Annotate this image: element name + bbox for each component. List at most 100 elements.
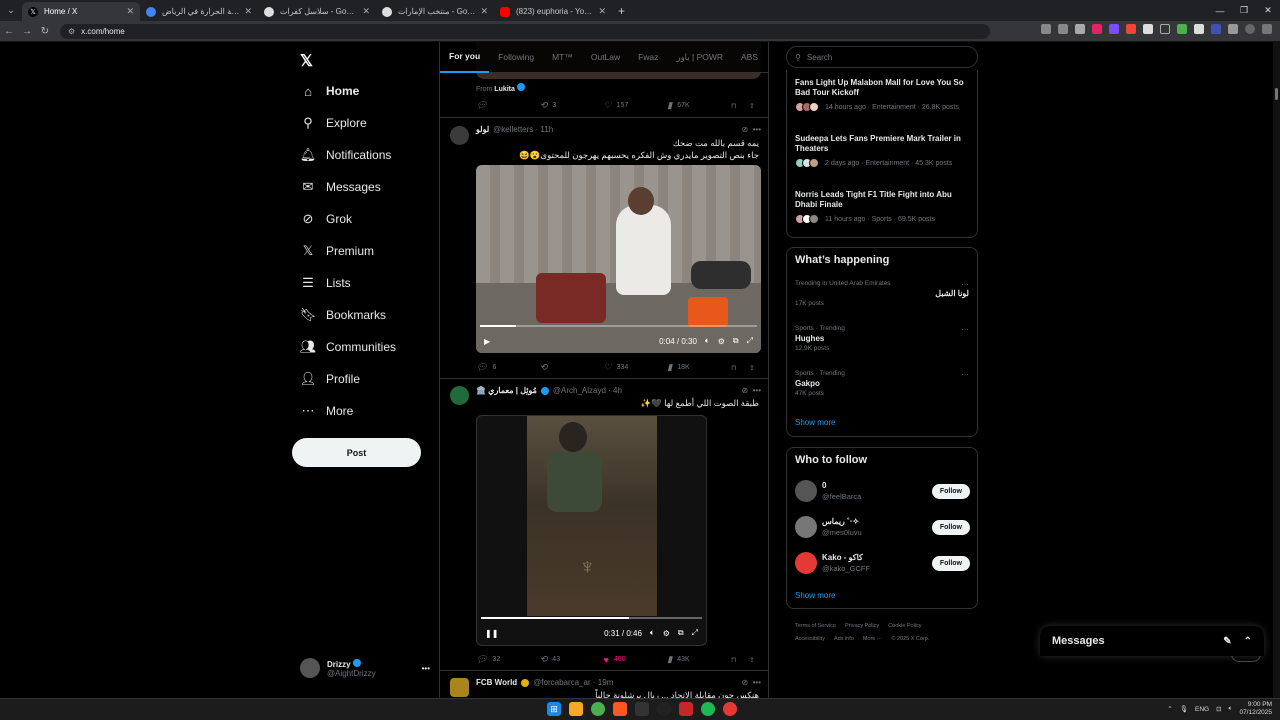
forward-icon[interactable]: →	[18, 26, 36, 37]
repost-button[interactable]: ⟲ 43	[540, 654, 604, 665]
like-button[interactable]: ♥ 460	[604, 654, 668, 665]
close-icon[interactable]: ✕	[480, 6, 488, 17]
video-progress-bar[interactable]	[481, 617, 702, 619]
more-icon[interactable]: ···	[961, 280, 969, 289]
share-icon[interactable]: ⇪	[749, 654, 761, 665]
follow-button[interactable]: Follow	[931, 483, 970, 499]
spotify-icon[interactable]	[701, 702, 715, 716]
news-item[interactable]: Fans Light Up Malabon Mall for Love You …	[795, 78, 970, 112]
trend-item[interactable]: Sports · Trending Gakpo 47K posts ···	[795, 370, 969, 397]
browser-menu-icon[interactable]	[1262, 24, 1272, 34]
app-icon[interactable]	[635, 702, 649, 716]
x-logo-icon[interactable]: 𝕏	[300, 51, 313, 71]
bookmark-icon[interactable]: ⊓	[731, 654, 749, 665]
site-info-icon[interactable]: ⚙	[68, 27, 75, 36]
zoom-icon[interactable]	[1041, 24, 1051, 34]
network-icon[interactable]: ⊡	[1216, 705, 1221, 713]
author-handle[interactable]: @kelletters	[493, 125, 533, 134]
browser-tab-google-1[interactable]: سلاسل كفرات - Google Search ✕	[258, 2, 376, 21]
show-more-link[interactable]: Show more	[795, 418, 835, 427]
reply-button[interactable]: 💬︎ 32	[476, 654, 540, 665]
repost-button[interactable]: ⟲ 3	[540, 100, 604, 111]
extension-icon[interactable]	[1109, 24, 1119, 34]
sidebar-item-home[interactable]: ⌂ Home	[300, 79, 359, 103]
fullscreen-icon[interactable]: ⤢	[747, 336, 753, 346]
settings-icon[interactable]: ⚙	[718, 337, 725, 346]
app-icon[interactable]	[679, 702, 693, 716]
profile-avatar[interactable]	[1245, 24, 1255, 34]
tab-feed-0[interactable]: For you	[440, 42, 490, 73]
bookmark-icon[interactable]: ⊓	[731, 100, 749, 111]
like-button[interactable]: ♡ 157	[604, 100, 668, 111]
tab-feed-6[interactable]: ABS	[732, 42, 767, 73]
footer-link[interactable]: More ···	[863, 636, 883, 642]
tweet-time[interactable]: 11h	[540, 125, 553, 134]
close-icon[interactable]: ✕	[126, 6, 134, 17]
video-player[interactable]: ♆ ❚❚ 0:31 / 0:46 🔈︎ ⚙ ⧉ ⤢	[476, 415, 707, 646]
trend-item[interactable]: Trending in United Arab Emirates لونا الش…	[795, 280, 969, 307]
bookmark-star-icon[interactable]	[1075, 24, 1085, 34]
author-handle[interactable]: @Arch_Alzayd	[553, 386, 606, 395]
from-name[interactable]: Lukita	[494, 86, 515, 93]
tab-feed-2[interactable]: MT™	[543, 42, 582, 73]
avatar[interactable]	[795, 516, 817, 538]
author-name[interactable]: مُوئِل | معماري 🏛️	[476, 386, 537, 395]
tab-search-icon[interactable]: ⌄	[0, 0, 22, 21]
follow-button[interactable]: Follow	[931, 555, 970, 571]
tray-chevron-icon[interactable]: ⌃	[1167, 705, 1172, 713]
avatar[interactable]	[450, 678, 469, 697]
app-icon[interactable]	[723, 702, 737, 716]
follow-suggestion[interactable]: 0 @feelBarca Follow	[795, 479, 970, 503]
account-switcher[interactable]: Drizzy @AightDrizzy •••	[300, 658, 430, 678]
tweet-time[interactable]: 19m	[598, 678, 614, 687]
avatar[interactable]	[795, 552, 817, 574]
cast-icon[interactable]	[1058, 24, 1068, 34]
author-name[interactable]: FCB World	[476, 678, 517, 687]
reload-icon[interactable]: ↻	[36, 26, 54, 37]
extensions-puzzle-icon[interactable]	[1228, 24, 1238, 34]
video-player[interactable]: ▶ 0:04 / 0:30 🔈︎ ⚙ ⧉ ⤢	[476, 165, 761, 353]
file-explorer-icon[interactable]	[569, 702, 583, 716]
reply-button[interactable]: 💬︎ 6	[476, 362, 540, 373]
expand-chevron-icon[interactable]: ⌃	[1244, 636, 1252, 647]
post-button[interactable]: Post	[292, 438, 421, 467]
video-progress-bar[interactable]	[480, 325, 757, 327]
tab-feed-1[interactable]: Following	[489, 42, 543, 73]
page-scrollbar[interactable]	[1273, 42, 1280, 698]
extension-icon[interactable]	[1126, 24, 1136, 34]
grok-tweet-icon[interactable]: ⊘ •••	[741, 386, 761, 395]
more-icon[interactable]: ···	[961, 325, 969, 334]
volume-icon[interactable]: 🔈︎	[650, 628, 655, 638]
views-button[interactable]: ▮ 18K	[667, 362, 731, 373]
extension-icon[interactable]	[1194, 24, 1204, 34]
close-icon[interactable]: ✕	[362, 6, 370, 17]
follow-suggestion[interactable]: Kako - كاكو @kako_GCFF Follow	[795, 551, 970, 575]
minimize-icon[interactable]: —	[1208, 0, 1232, 21]
tab-feed-5[interactable]: باور | POWR	[667, 42, 732, 73]
browser-tab-youtube[interactable]: (823) euphoria - YouTube ✕	[494, 2, 612, 21]
clock[interactable]: 9:00 PM 07/12/2025	[1239, 701, 1272, 717]
grok-tweet-icon[interactable]: ⊘ •••	[741, 678, 761, 687]
author-name[interactable]: لولو	[476, 125, 489, 134]
volume-icon[interactable]: 🔈︎	[1229, 705, 1233, 713]
obs-icon[interactable]	[657, 702, 671, 716]
extension-icon[interactable]	[1092, 24, 1102, 34]
url-input[interactable]: ⚙ x.com/home	[60, 23, 990, 39]
windows-start-icon[interactable]: ⊞	[547, 702, 561, 716]
footer-link[interactable]: Terms of Service	[795, 623, 836, 629]
compose-message-icon[interactable]: ✎	[1223, 636, 1231, 647]
views-button[interactable]: ▮ 43K	[667, 654, 731, 665]
avatar[interactable]	[795, 480, 817, 502]
extension-icon[interactable]	[1160, 24, 1170, 34]
maximize-icon[interactable]: ❐	[1232, 0, 1256, 21]
settings-icon[interactable]: ⚙	[663, 629, 670, 638]
show-more-link[interactable]: Show more	[795, 591, 835, 600]
footer-link[interactable]: Cookie Policy	[888, 623, 921, 629]
follow-button[interactable]: Follow	[931, 519, 970, 535]
sidebar-item-messages[interactable]: ✉ Messages	[300, 175, 381, 199]
sidebar-item-communities[interactable]: 👥︎ Communities	[300, 335, 396, 359]
pause-icon[interactable]: ❚❚	[485, 629, 498, 638]
sidebar-item-grok[interactable]: ⊘ Grok	[300, 207, 352, 231]
reply-button[interactable]: 💬︎	[476, 100, 540, 111]
back-icon[interactable]: ←	[0, 26, 18, 37]
